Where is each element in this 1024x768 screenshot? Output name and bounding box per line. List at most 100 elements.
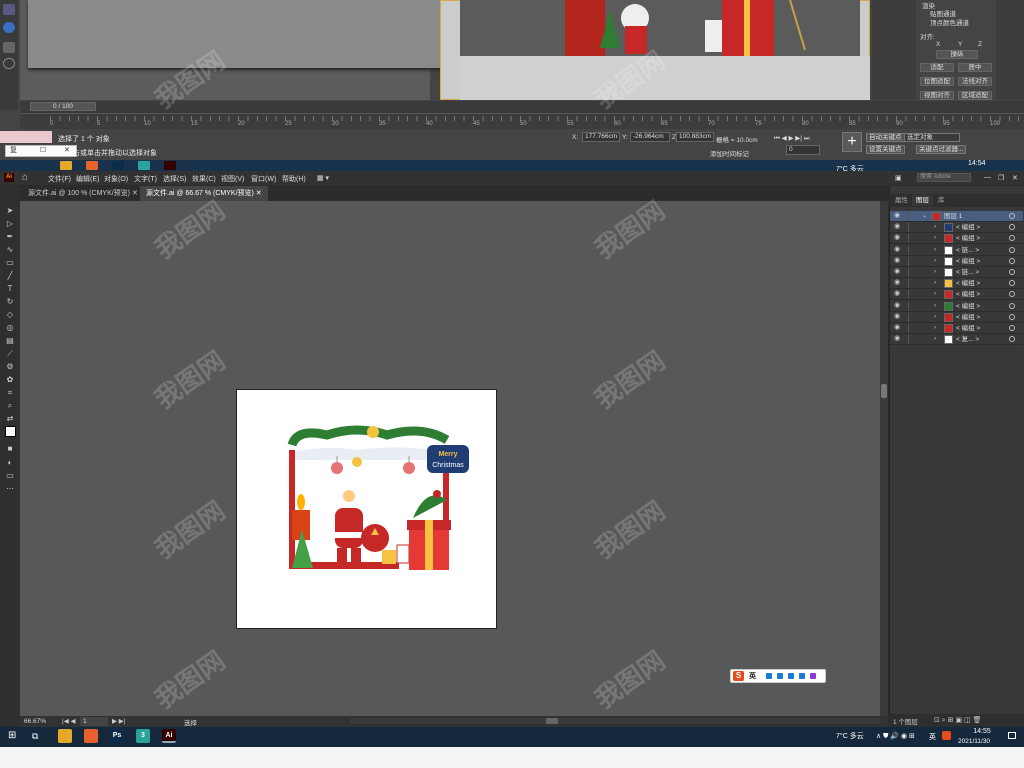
maximize-button[interactable]: ❐ <box>998 174 1004 182</box>
photoshop-icon[interactable] <box>112 161 124 170</box>
artboard-prev-icon[interactable]: |◀ ◀ <box>62 717 76 725</box>
taskbar-app-icon[interactable] <box>58 729 72 743</box>
align-y-radio[interactable]: Y <box>958 41 962 48</box>
weather-widget[interactable]: 7°C 多云 <box>836 731 864 741</box>
expand-toggle-icon[interactable]: › <box>934 313 940 321</box>
layer-row[interactable]: ◉ › < 编组 > <box>890 289 1023 301</box>
expand-toggle-icon[interactable]: › <box>934 290 940 298</box>
artboard-number-field[interactable]: 1 <box>80 717 108 726</box>
layer-row[interactable]: ◉ › < 链... > <box>890 267 1023 278</box>
sogou-tray-icon[interactable] <box>942 731 951 740</box>
view-align-button[interactable]: 视图对齐 <box>920 91 954 100</box>
expand-toggle-icon[interactable]: › <box>934 302 940 310</box>
expand-toggle-icon[interactable]: › <box>934 268 940 276</box>
minimize-button[interactable]: — <box>984 174 991 181</box>
artboard[interactable]: Merry Christmas <box>236 389 497 629</box>
frame-field[interactable]: 0 <box>786 145 820 155</box>
target-circle-icon[interactable] <box>1009 336 1015 343</box>
target-circle-icon[interactable] <box>1009 269 1015 275</box>
illustrator-icon[interactable] <box>164 161 176 170</box>
target-circle-icon[interactable] <box>1009 235 1015 242</box>
taskbar-app-icon[interactable]: Ai <box>162 729 176 743</box>
windows-start-icon[interactable]: ⊞ <box>8 731 18 741</box>
target-circle-icon[interactable] <box>1009 313 1015 320</box>
lock-column[interactable] <box>908 324 909 333</box>
sphere-icon[interactable] <box>3 22 15 33</box>
ime-language[interactable]: 英 <box>749 671 756 681</box>
explorer-icon[interactable] <box>60 161 72 170</box>
lock-column[interactable] <box>908 245 909 255</box>
visibility-eye-icon[interactable]: ◉ <box>894 279 903 287</box>
help-icon[interactable] <box>3 58 15 69</box>
tab-layers[interactable]: 图层 <box>912 195 933 206</box>
expand-toggle-icon[interactable]: › <box>934 246 940 254</box>
christmas-frame-artwork[interactable]: Merry Christmas <box>237 390 498 630</box>
taskbar-app-icon[interactable]: 3 <box>136 729 150 743</box>
lock-column[interactable] <box>908 234 909 244</box>
playback-controls[interactable]: ⏮ ◀ ▶ ▶| ⏭ <box>774 134 810 143</box>
fit-button[interactable]: 适配 <box>920 63 954 72</box>
clock-time[interactable]: 14:55 <box>966 728 998 735</box>
visibility-eye-icon[interactable]: ◉ <box>894 302 903 310</box>
visibility-eye-icon[interactable]: ◉ <box>894 324 903 332</box>
keyboard-icon[interactable] <box>788 673 794 679</box>
lock-column[interactable] <box>908 312 909 322</box>
taskbar-app-icon[interactable] <box>84 729 98 743</box>
input-language[interactable]: 英 <box>929 732 936 742</box>
layer-row[interactable]: ◉ › < 编组 > <box>890 256 1023 267</box>
canvas-vertical-scroll-thumb[interactable] <box>881 384 887 398</box>
layer-row[interactable]: ◉ › < 复... > <box>890 334 1023 346</box>
sogou-logo-icon[interactable]: S <box>733 671 744 681</box>
fill-swap-icon[interactable]: ⇄ <box>5 414 15 423</box>
layer-row[interactable]: ◉ › < 链... > <box>890 245 1023 256</box>
display-icon[interactable] <box>3 4 15 15</box>
arrange-docs-icon[interactable]: ▣ <box>895 174 902 182</box>
type-tool-icon[interactable]: T <box>5 284 15 293</box>
zoom-tool-icon[interactable]: ⌕ <box>5 401 15 410</box>
tab-libraries[interactable]: 库 <box>934 195 949 206</box>
visibility-eye-icon[interactable]: ◉ <box>894 246 903 254</box>
lock-column[interactable] <box>908 212 909 221</box>
time-slider-track[interactable] <box>20 101 1024 113</box>
set-key-button[interactable]: + <box>842 132 862 152</box>
skin-icon[interactable] <box>799 673 805 679</box>
canvas-horizontal-scrollbar[interactable] <box>350 718 880 724</box>
selected-dropdown[interactable]: 选定对象 <box>904 133 960 142</box>
notification-icon[interactable] <box>1008 732 1016 739</box>
taskbar-app-icon[interactable]: Ps <box>110 729 124 743</box>
close-icon[interactable]: ✕ <box>64 146 70 156</box>
blend-tool-icon[interactable]: ⚙ <box>5 362 15 371</box>
add-time-tag-button[interactable]: 添加时间标记 <box>710 148 749 158</box>
set-key-mode-button[interactable]: 设置关键点 <box>866 145 905 154</box>
artboard-tool-icon[interactable]: ⌗ <box>5 388 15 397</box>
visibility-eye-icon[interactable]: ◉ <box>894 313 903 321</box>
menu-view[interactable]: 视图(V) <box>221 174 244 184</box>
eraser-icon[interactable]: ◇ <box>5 310 15 319</box>
tab-doc-100[interactable]: 源文件.ai @ 100 % (CMYK/预览) ✕ <box>22 186 144 201</box>
target-circle-icon[interactable] <box>1009 246 1015 253</box>
punctuation-icon[interactable] <box>766 673 772 679</box>
color-mode-icon[interactable]: ■ <box>5 444 15 453</box>
target-circle-icon[interactable] <box>1009 325 1015 331</box>
layers-icon[interactable] <box>3 42 15 53</box>
rectangle-tool-icon[interactable]: ▭ <box>5 258 15 267</box>
visibility-eye-icon[interactable]: ◉ <box>894 290 903 298</box>
canvas-horizontal-scroll-thumb[interactable] <box>546 718 558 724</box>
align-z-radio[interactable]: Z <box>978 41 982 48</box>
minimized-window[interactable]: 复 ☐ ✕ <box>5 145 77 157</box>
zoom-field[interactable]: 66.67% <box>24 717 58 726</box>
task-view-icon[interactable]: ⧉ <box>32 731 38 742</box>
workspace-switcher-icon[interactable]: ▦ ▾ <box>317 174 329 182</box>
selection-tool-icon[interactable]: ➤ <box>5 206 15 215</box>
rotate-tool-icon[interactable]: ↻ <box>5 297 15 306</box>
coord-z-field[interactable]: 100.883cm <box>676 132 714 142</box>
tray-icons[interactable]: ∧ ⛊ 🔊 ◉ ⊞ <box>876 732 915 741</box>
layer-row-top[interactable]: ◉ ⌄ 图层 1 <box>890 211 1023 222</box>
target-circle-icon[interactable] <box>1009 213 1015 219</box>
visibility-eye-icon[interactable]: ◉ <box>894 257 903 265</box>
more-tools-icon[interactable]: ⋯ <box>5 484 15 493</box>
expand-toggle-icon[interactable]: ⌄ <box>922 212 928 220</box>
expand-toggle-icon[interactable]: › <box>934 223 940 231</box>
auto-key-button[interactable]: 自动关键点 <box>866 133 905 142</box>
region-fit-button[interactable]: 区域适配 <box>958 91 992 100</box>
